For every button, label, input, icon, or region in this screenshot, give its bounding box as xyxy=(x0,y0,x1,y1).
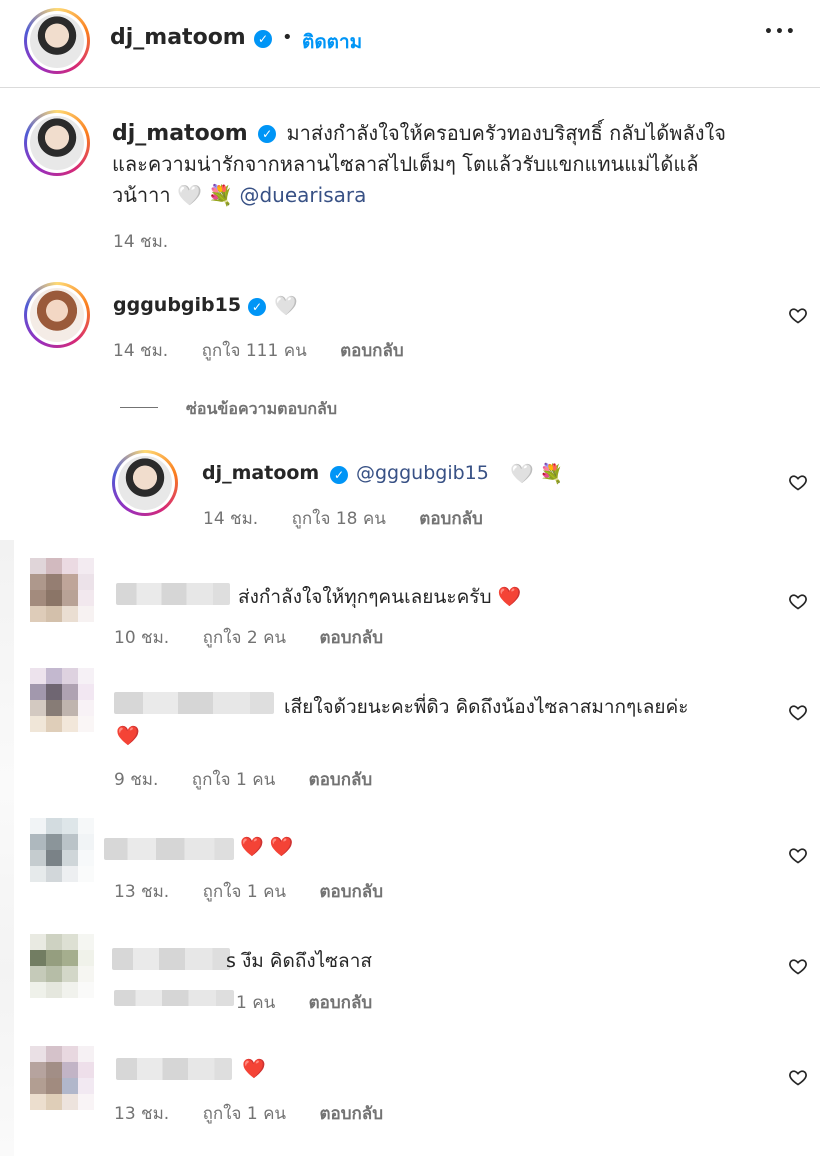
like-heart-icon[interactable] xyxy=(788,845,808,865)
blurred-avatar[interactable] xyxy=(30,558,94,622)
reply-username[interactable]: dj_matoom xyxy=(202,462,319,484)
comment-time: 9 ชม. xyxy=(114,770,159,790)
comment-text: s งึม คิดถึงไซลาส xyxy=(226,950,372,972)
caption: dj_matoom ✓ มาส่งกำลังใจให้ครอบครัวทองบร… xyxy=(112,118,772,211)
reply-button[interactable]: ตอบกลับ xyxy=(319,882,383,902)
avatar-image xyxy=(30,14,84,68)
caption-username[interactable]: dj_matoom xyxy=(112,121,248,146)
comment-text: เสียใจด้วยนะคะพี่ดิว คิดถึงน้องไซลาสมากๆ… xyxy=(284,696,689,718)
caption-time: 14 ชม. xyxy=(113,232,169,252)
comment-time: 10 ชม. xyxy=(114,628,170,648)
reply-meta: 14 ชม. ถูกใจ 18 คน ตอบกลับ xyxy=(203,505,511,532)
comment-text: 🤍 xyxy=(274,295,298,317)
blurred-avatar[interactable] xyxy=(30,818,94,882)
like-heart-icon[interactable] xyxy=(788,1067,808,1087)
page-edge xyxy=(0,540,14,1156)
blurred-username[interactable] xyxy=(116,1058,232,1080)
comment-likes[interactable]: ถูกใจ 1 คน xyxy=(192,770,275,790)
separator-dot: • xyxy=(282,27,293,48)
verified-icon: ✓ xyxy=(248,298,266,316)
comment-meta: 9 ชม. ถูกใจ 1 คน ตอบกลับ xyxy=(114,766,400,793)
comment-likes[interactable]: 1 คน xyxy=(236,993,275,1013)
blurred-avatar[interactable] xyxy=(30,1046,94,1110)
caption-line-3: วน้าาา 🤍 💐 xyxy=(112,183,234,207)
reply-avatar[interactable] xyxy=(112,450,178,516)
caption-line-1: มาส่งกำลังใจให้ครอบครัวทองบริสุทธิ์ กลับ… xyxy=(286,121,726,145)
blurred-avatar[interactable] xyxy=(30,668,94,732)
comment-meta: 13 ชม. ถูกใจ 1 คน ตอบกลับ xyxy=(114,878,411,905)
reply-likes[interactable]: ถูกใจ 18 คน xyxy=(292,509,386,529)
caption-mention[interactable]: @duearisara xyxy=(239,183,366,207)
blurred-username[interactable] xyxy=(116,583,230,605)
comment-likes[interactable]: ถูกใจ 1 คน xyxy=(203,1104,286,1124)
header-username[interactable]: dj_matoom xyxy=(110,25,246,50)
like-heart-icon[interactable] xyxy=(788,472,808,492)
reply-text: 🤍 💐 xyxy=(510,463,564,485)
avatar-image xyxy=(30,116,84,170)
comment-text: ส่งกำลังใจให้ทุกๆคนเลยนะครับ ❤️ xyxy=(238,586,522,608)
comment-text: ❤️ ❤️ xyxy=(240,836,294,858)
avatar-image xyxy=(30,288,84,342)
verified-icon: ✓ xyxy=(254,30,272,48)
comment-text-line-2: ❤️ xyxy=(116,725,140,747)
hide-replies-line xyxy=(120,407,158,408)
reply-button[interactable]: ตอบกลับ xyxy=(319,628,383,648)
blurred-username[interactable] xyxy=(112,948,230,970)
caption-avatar[interactable] xyxy=(24,110,90,176)
blurred-username[interactable] xyxy=(114,692,274,714)
reply-time: 14 ชม. xyxy=(203,509,259,529)
like-heart-icon[interactable] xyxy=(788,956,808,976)
like-heart-icon[interactable] xyxy=(788,702,808,722)
reply-button[interactable]: ตอบกลับ xyxy=(309,770,373,790)
hide-replies-button[interactable]: ซ่อนข้อความตอบกลับ xyxy=(186,397,337,422)
blurred-meta xyxy=(114,990,234,1006)
header-avatar[interactable] xyxy=(24,8,90,74)
comment-avatar[interactable] xyxy=(24,282,90,348)
comment-likes[interactable]: ถูกใจ 111 คน xyxy=(202,341,307,361)
reply-button[interactable]: ตอบกลับ xyxy=(419,509,483,529)
comment-time: 13 ชม. xyxy=(114,1104,170,1124)
comment-meta: 14 ชม. ถูกใจ 111 คน ตอบกลับ xyxy=(113,337,432,364)
comment-username[interactable]: gggubgib15 xyxy=(113,294,241,316)
comment-likes[interactable]: ถูกใจ 2 คน xyxy=(203,628,286,648)
blurred-username[interactable] xyxy=(104,838,234,860)
comment-meta: 10 ชม. ถูกใจ 2 คน ตอบกลับ xyxy=(114,624,411,651)
like-heart-icon[interactable] xyxy=(788,305,808,325)
like-heart-icon[interactable] xyxy=(788,591,808,611)
comment-time: 14 ชม. xyxy=(113,341,169,361)
comment-meta: 13 ชม. ถูกใจ 1 คน ตอบกลับ xyxy=(114,1100,411,1127)
more-options-icon[interactable]: ••• xyxy=(764,24,797,40)
verified-icon: ✓ xyxy=(330,466,348,484)
reply-mention[interactable]: @gggubgib15 xyxy=(356,462,489,484)
post-header: dj_matoom ✓ • ติดตาม ••• xyxy=(0,0,820,88)
comment-text: ❤️ xyxy=(242,1058,266,1080)
reply-button[interactable]: ตอบกลับ xyxy=(319,1104,383,1124)
comment-time: 13 ชม. xyxy=(114,882,170,902)
avatar-image xyxy=(118,456,172,510)
reply-button[interactable]: ตอบกลับ xyxy=(309,993,373,1013)
reply-button[interactable]: ตอบกลับ xyxy=(340,341,404,361)
blurred-avatar[interactable] xyxy=(30,934,94,998)
verified-icon: ✓ xyxy=(258,125,277,143)
caption-line-2: และความน่ารักจากหลานไซลาสไปเต็มๆ โตแล้วร… xyxy=(112,152,699,176)
comment-meta: 1 คน ตอบกลับ xyxy=(236,989,400,1016)
comment-likes[interactable]: ถูกใจ 1 คน xyxy=(203,882,286,902)
follow-button[interactable]: ติดตาม xyxy=(302,27,362,57)
